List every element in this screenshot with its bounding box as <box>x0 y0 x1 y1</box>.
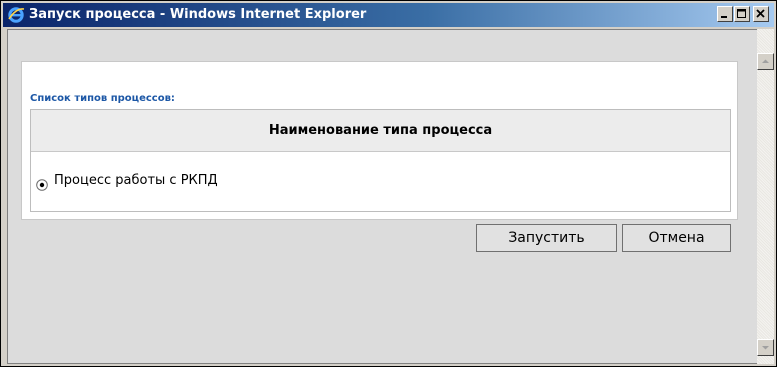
cancel-button[interactable]: Отмена <box>622 224 731 252</box>
arrow-down-icon <box>762 346 769 350</box>
minimize-icon <box>721 16 727 18</box>
internet-explorer-icon <box>7 6 25 24</box>
arrow-up-icon <box>762 59 769 63</box>
radio-selected-icon <box>36 179 48 191</box>
table-column-header: Наименование типа процесса <box>31 110 730 152</box>
maximize-button[interactable] <box>734 6 750 22</box>
process-types-table: Наименование типа процесса Процесс работ… <box>30 109 731 212</box>
page-content-area: Список типов процессов: Наименование тип… <box>7 29 758 364</box>
scroll-up-button[interactable] <box>757 53 774 70</box>
process-type-radio[interactable] <box>36 176 48 191</box>
window-title: Запуск процесса - Windows Internet Explo… <box>29 7 367 22</box>
browser-window: Запуск процесса - Windows Internet Explo… <box>0 0 777 367</box>
process-types-caption: Список типов процессов: <box>30 93 175 104</box>
maximize-icon <box>737 9 746 18</box>
scroll-down-button[interactable] <box>757 339 774 356</box>
minimize-button[interactable] <box>717 6 733 22</box>
title-bar[interactable]: Запуск процесса - Windows Internet Explo… <box>3 3 774 27</box>
process-types-panel: Список типов процессов: Наименование тип… <box>21 61 738 220</box>
run-button[interactable]: Запустить <box>476 224 617 252</box>
table-row[interactable]: Процесс работы с РКПД <box>31 152 730 211</box>
close-icon <box>756 9 765 18</box>
close-button[interactable] <box>753 6 769 22</box>
vertical-scrollbar[interactable] <box>757 29 774 364</box>
process-type-label: Процесс работы с РКПД <box>54 173 218 188</box>
